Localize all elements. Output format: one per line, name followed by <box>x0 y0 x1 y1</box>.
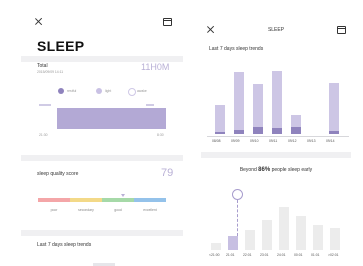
calendar-icon[interactable] <box>163 18 172 26</box>
trend-deep-bar <box>272 128 282 134</box>
beyond-text: Beyond 86% people sleep early <box>239 167 313 173</box>
trend-deep-bar <box>329 130 339 134</box>
divider <box>201 152 351 158</box>
trend-bar[interactable] <box>329 83 339 134</box>
quality-label-poor: poor <box>50 208 58 212</box>
total-value: 11H0M <box>141 62 170 72</box>
total-subtitle: 2015/09/09 14:11 <box>37 70 64 74</box>
time-label: 22:01 <box>243 253 252 257</box>
trend-date-label: 09/10 <box>250 139 259 143</box>
user-avatar-icon <box>232 189 243 200</box>
close-icon[interactable] <box>35 18 42 25</box>
trend-deep-bar <box>253 126 263 134</box>
time-label: <21:00 <box>209 253 220 257</box>
quality-segment-good <box>102 198 134 202</box>
quality-label: sleep quality score <box>37 171 79 177</box>
trend-bar[interactable] <box>234 72 244 134</box>
page-title: SLEEP <box>37 38 85 54</box>
time-bar <box>245 229 255 250</box>
quality-label-excellent: excellent <box>143 208 157 212</box>
trends-label: Last 7 days sleep trends <box>209 46 264 52</box>
time-label: >02:01 <box>328 253 339 257</box>
legend-light-label: light <box>105 89 112 93</box>
sleep-summary-screen: SLEEP Total 2015/09/09 14:11 11H0M restf… <box>21 0 183 266</box>
quality-label-secondary: secondary <box>78 208 94 212</box>
time-bar <box>279 206 289 250</box>
legend-awake-label: awake <box>137 89 147 93</box>
divider <box>21 155 183 161</box>
trend-bar[interactable] <box>272 70 282 134</box>
timeline-marker-right <box>146 104 154 106</box>
time-bar <box>330 228 340 250</box>
trend-date-label: 09/09 <box>231 139 240 143</box>
quality-label-good: good <box>114 208 122 212</box>
trend-deep-bar <box>234 129 244 134</box>
trend-date-label: 09/11 <box>269 139 278 143</box>
trend-deep-bar <box>291 127 301 134</box>
time-label: 01:01 <box>311 253 320 257</box>
total-label: Total <box>37 63 48 69</box>
calendar-icon[interactable] <box>337 26 346 34</box>
time-bar <box>262 220 272 250</box>
quality-score: 79 <box>161 167 174 179</box>
legend-awake-icon <box>128 88 136 96</box>
timeline-end: 8:30 <box>157 133 164 137</box>
trend-deep-bar <box>215 131 225 134</box>
timeline-start: 21:30 <box>39 133 48 137</box>
timeline-marker-left <box>39 104 51 106</box>
time-label: 23:01 <box>260 253 269 257</box>
trend-date-label: 09/14 <box>326 139 335 143</box>
time-bar <box>211 242 221 250</box>
screen-title: SLEEP <box>267 27 285 33</box>
trend-date-label: 09/13 <box>307 139 316 143</box>
time-bar <box>228 236 238 250</box>
trends-label: Last 7 days sleep trends <box>37 242 92 248</box>
trend-date-label: 09/12 <box>288 139 297 143</box>
quality-segment-secondary <box>70 198 102 202</box>
trend-bar[interactable] <box>215 104 225 134</box>
quality-pointer-icon <box>121 194 125 197</box>
chart-baseline <box>207 136 349 137</box>
sleep-detail-screen: SLEEP Last 7 days sleep trends 08/08 09/0… <box>201 0 351 266</box>
legend-restful-icon <box>58 88 64 94</box>
legend-restful-label: restful <box>67 89 77 93</box>
quality-segment-poor <box>38 198 70 202</box>
time-bar <box>296 215 306 250</box>
time-label: 24:01 <box>277 253 286 257</box>
divider <box>21 230 183 236</box>
sleep-timeline-bar <box>57 108 166 129</box>
legend-light-icon <box>96 88 102 94</box>
quality-segment-excellent <box>134 198 166 202</box>
time-label: 00:01 <box>294 253 303 257</box>
time-label: 21:01 <box>226 253 235 257</box>
time-bar <box>313 225 323 250</box>
beyond-percent: 86% <box>258 167 271 173</box>
user-marker-line <box>237 200 238 236</box>
trend-date-label: 08/08 <box>212 139 221 143</box>
